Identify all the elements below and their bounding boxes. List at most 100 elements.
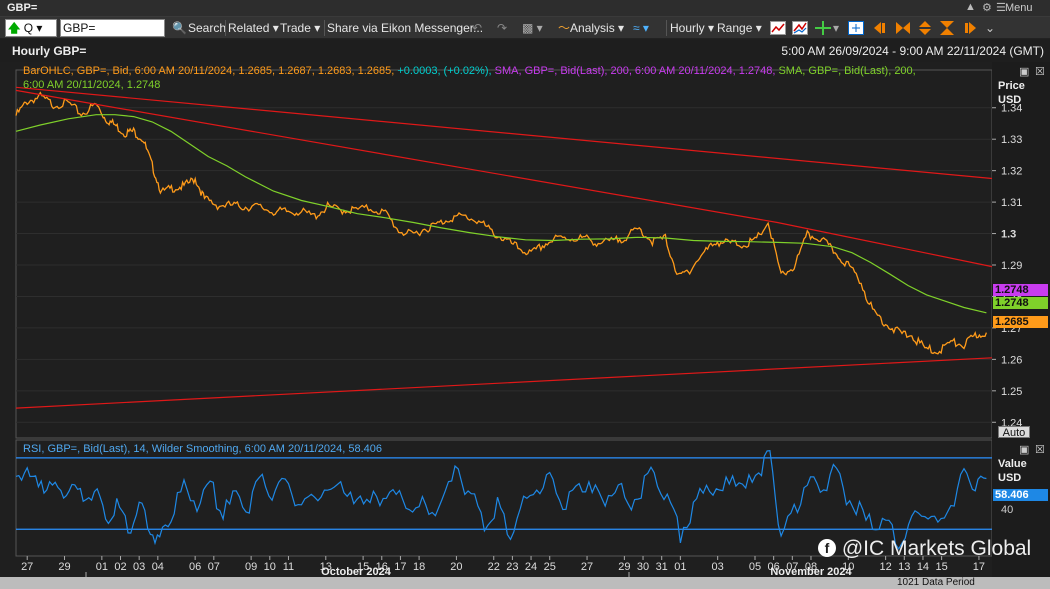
rsi-axis-unit: USD xyxy=(998,472,1022,484)
y-tick-label-5: 1.29 xyxy=(1001,260,1022,272)
rsi-axis-title: Value xyxy=(998,458,1027,470)
chart-header: Hourly GBP= 5:00 AM 26/09/2024 - 9:00 AM… xyxy=(0,40,1050,62)
rsi-restore-icon[interactable]: ▣ xyxy=(1019,443,1029,456)
up-arrow-icon: 🡅 xyxy=(8,21,21,35)
price-axis-unit: USD xyxy=(998,94,1022,106)
x-tick-label-6: 06 xyxy=(189,561,201,573)
x-tick-label-25: 01 xyxy=(674,561,686,573)
reset-zoom-icon[interactable] xyxy=(939,21,955,35)
analysis-label: Analysis xyxy=(570,21,615,35)
y-tick-label-3: 1.31 xyxy=(1001,197,1022,209)
related-label: Related xyxy=(228,21,270,35)
x-tick-label-27: 05 xyxy=(749,561,761,573)
ric-dropdown-label: Q xyxy=(23,21,34,35)
share-button[interactable]: Share via Eikon Messenger... xyxy=(327,20,483,36)
camera-icon[interactable]: ▩ ▾ xyxy=(522,20,543,36)
x-tick-label-35: 15 xyxy=(935,561,947,573)
price-axis-title: Price xyxy=(998,80,1025,92)
x-tick-label-10: 11 xyxy=(283,561,294,573)
x-tick-label-9: 10 xyxy=(264,561,276,573)
price-auto-button[interactable]: Auto xyxy=(998,426,1030,439)
scroll-right-icon[interactable] xyxy=(961,21,977,35)
x-tick-label-22: 29 xyxy=(618,561,630,573)
compare-chart-icon[interactable] xyxy=(792,21,808,35)
facebook-icon: f xyxy=(818,539,836,557)
rsi-tick-40: 40 xyxy=(1001,504,1014,516)
watermark: f @IC Markets Global xyxy=(818,537,1031,561)
y-tick-label-9: 1.25 xyxy=(1001,386,1022,398)
range-label: Range xyxy=(717,21,753,35)
x-tick-label-5: 04 xyxy=(152,561,164,573)
redo-icon[interactable]: ↷ xyxy=(497,20,507,36)
chevron-down-icon[interactable]: ⌄ xyxy=(985,20,995,36)
range-menu[interactable]: Range ▾ xyxy=(717,20,762,36)
sma-green-tag: 1.2748 xyxy=(993,297,1048,309)
legend-row-1: BarOHLC, GBP=, Bid, 6:00 AM 20/11/2024, … xyxy=(23,65,916,77)
ric-dropdown[interactable]: 🡅 Q ▾ xyxy=(5,19,57,37)
chart-date-range: 5:00 AM 26/09/2024 - 9:00 AM 22/11/2024 … xyxy=(781,44,1044,58)
related-menu[interactable]: Related ▾ xyxy=(228,20,279,36)
undo-icon[interactable]: ↶ xyxy=(472,20,482,36)
month-label-november: November 2024 xyxy=(770,566,852,577)
x-tick-label-26: 03 xyxy=(712,561,724,573)
x-tick-label-14: 17 xyxy=(394,561,406,573)
zoom-box-icon[interactable] xyxy=(848,21,864,35)
x-tick-label-16: 20 xyxy=(450,561,462,573)
y-tick-label-8: 1.26 xyxy=(1001,354,1022,366)
crosshair-icon[interactable] xyxy=(815,21,831,35)
panel-restore-icon[interactable]: ▣ xyxy=(1019,65,1029,78)
x-tick-label-1: 29 xyxy=(58,561,70,573)
line-chart-icon[interactable] xyxy=(770,21,786,35)
x-tick-label-23: 30 xyxy=(637,561,649,573)
sma2-legend-line2: 6:00 AM 20/11/2024, 1.2748 xyxy=(23,79,161,91)
link-icon[interactable]: ⚙ xyxy=(982,1,992,14)
rsi-close-icon[interactable]: ☒ xyxy=(1035,443,1045,456)
zoom-y-icon[interactable] xyxy=(917,21,933,35)
y-tick-label-1: 1.33 xyxy=(1001,134,1022,146)
crosshair-dropdown[interactable]: ▾ xyxy=(833,20,839,36)
x-tick-label-3: 02 xyxy=(114,561,126,573)
interval-menu[interactable]: Hourly ▾ xyxy=(670,20,714,36)
x-tick-label-7: 07 xyxy=(208,561,220,573)
trade-menu[interactable]: Trade ▾ xyxy=(280,20,320,36)
ric-input[interactable]: GBP= xyxy=(60,19,165,37)
rsi-value-tag: 58.406 xyxy=(993,489,1048,501)
data-period: 1021 Data Period xyxy=(897,577,975,588)
x-tick-label-8: 09 xyxy=(245,561,257,573)
x-tick-label-33: 13 xyxy=(898,561,910,573)
x-tick-label-32: 12 xyxy=(880,561,892,573)
x-tick-label-0: 27 xyxy=(21,561,33,573)
panel-close-icon[interactable]: ☒ xyxy=(1035,65,1045,78)
watermark-text: @IC Markets Global xyxy=(841,537,1032,560)
interval-label: Hourly xyxy=(670,21,705,35)
analysis-menu[interactable]: 〜Analysis ▾ xyxy=(558,20,624,36)
x-tick-label-24: 31 xyxy=(656,561,668,573)
rsi-legend: RSI, GBP=, Bid(Last), 14, Wilder Smoothi… xyxy=(23,443,383,455)
x-tick-label-36: 17 xyxy=(973,561,985,573)
analysis-icon: 〜 xyxy=(558,21,571,35)
sma-magenta-tag: 1.2748 xyxy=(993,284,1048,296)
y-tick-label-4: 1.3 xyxy=(1001,229,1016,241)
search-button[interactable]: Search xyxy=(188,20,226,36)
x-tick-label-4: 03 xyxy=(133,561,145,573)
chart-symbol: Hourly GBP= xyxy=(12,44,87,58)
x-tick-label-21: 27 xyxy=(581,561,593,573)
pin-icon[interactable]: ▲ xyxy=(965,1,976,13)
wave-icon[interactable]: ≈ ▾ xyxy=(633,20,649,36)
x-tick-label-17: 22 xyxy=(488,561,500,573)
x-tick-label-34: 14 xyxy=(917,561,929,573)
ohlc-legend: BarOHLC, GBP=, Bid, 6:00 AM 20/11/2024, … xyxy=(23,65,395,77)
y-tick-label-2: 1.32 xyxy=(1001,166,1022,178)
x-tick-label-18: 23 xyxy=(506,561,518,573)
toolbar: 🡅 Q ▾ GBP= 🔍 Search Related ▾ Trade ▾ Sh… xyxy=(0,17,1050,39)
trade-label: Trade xyxy=(280,21,311,35)
x-tick-label-15: 18 xyxy=(413,561,425,573)
x-tick-label-19: 24 xyxy=(525,561,537,573)
window-title: GBP= xyxy=(7,2,38,14)
zoom-x-icon[interactable] xyxy=(895,21,911,35)
scroll-left-icon[interactable] xyxy=(873,21,889,35)
x-tick-label-2: 01 xyxy=(96,561,108,573)
menu-button[interactable]: Menu xyxy=(1005,2,1033,14)
chart-canvas[interactable]: 1.341.331.321.311.31.291.281.271.261.251… xyxy=(0,62,1050,577)
search-icon[interactable]: 🔍 xyxy=(172,20,187,36)
